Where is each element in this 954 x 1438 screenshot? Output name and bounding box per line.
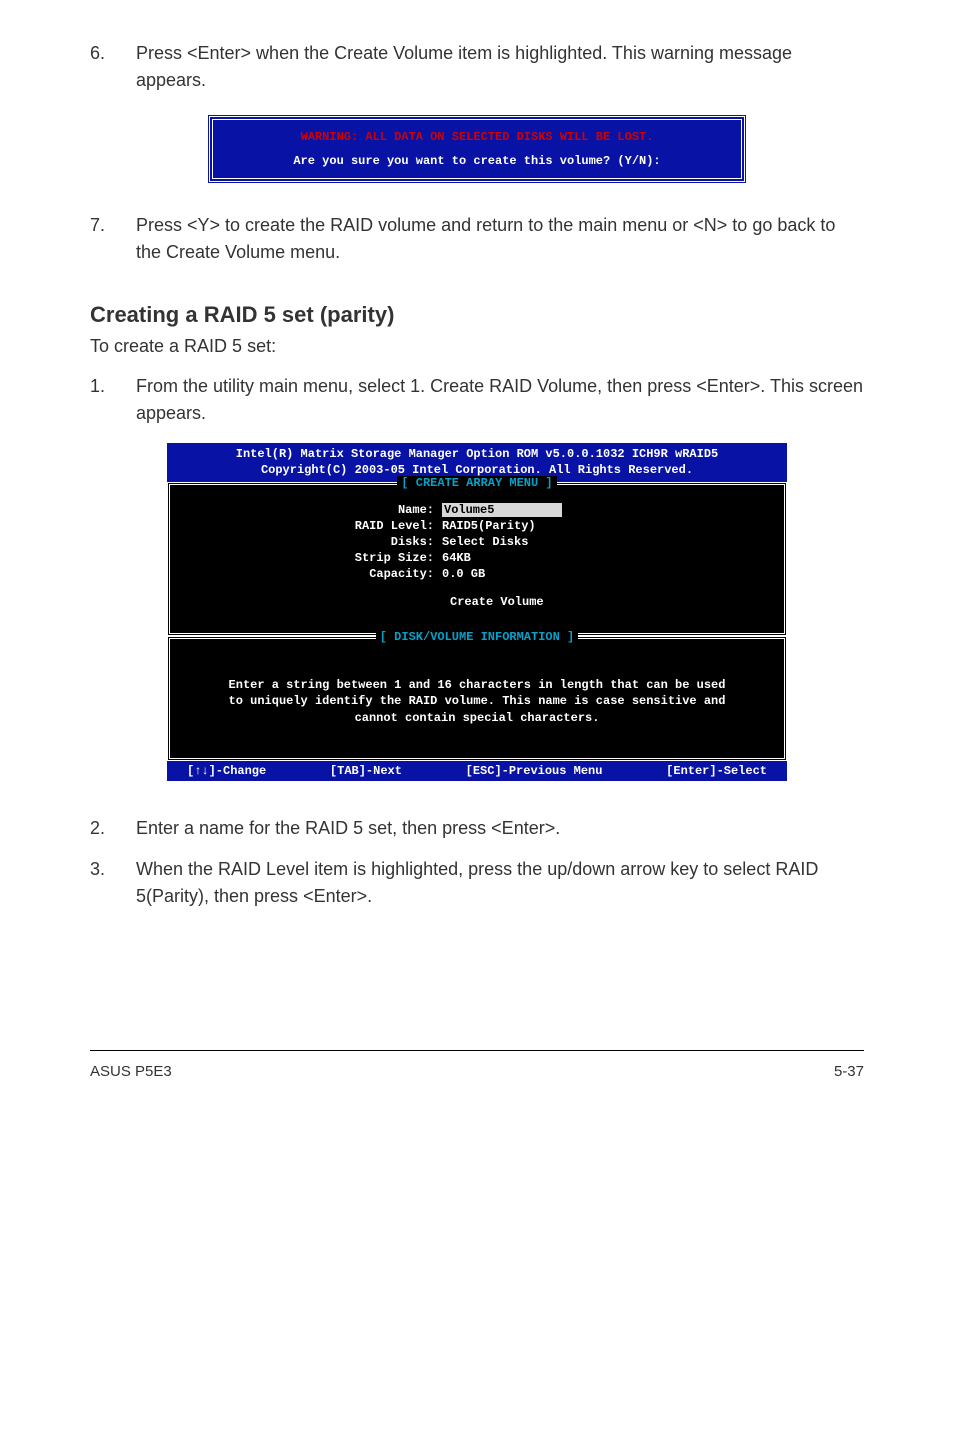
step-7: 7. Press <Y> to create the RAID volume a… [90, 212, 864, 266]
disks-value[interactable]: Select Disks [442, 535, 528, 549]
step-number: 6. [90, 40, 136, 94]
info-line2: to uniquely identify the RAID volume. Th… [229, 694, 726, 708]
footer-esc: [ESC]-Previous Menu [466, 764, 603, 778]
bios-screen: Intel(R) Matrix Storage Manager Option R… [167, 443, 787, 781]
bios-header-line1: Intel(R) Matrix Storage Manager Option R… [171, 447, 783, 463]
name-input[interactable]: Volume5 [442, 503, 562, 517]
section-heading: Creating a RAID 5 set (parity) [90, 302, 864, 328]
info-message: Enter a string between 1 and 16 characte… [182, 649, 772, 744]
section-intro: To create a RAID 5 set: [90, 336, 864, 357]
info-line3: cannot contain special characters. [355, 711, 600, 725]
page-footer: ASUS P5E3 5-37 [90, 1050, 864, 1080]
step-3: 3. When the RAID Level item is highlight… [90, 856, 864, 910]
footer-left: ASUS P5E3 [90, 1063, 172, 1080]
capacity-value[interactable]: 0.0 GB [442, 567, 485, 581]
field-name: Name: Volume5 [182, 503, 772, 517]
step-6: 6. Press <Enter> when the Create Volume … [90, 40, 864, 94]
step-text: Press <Y> to create the RAID volume and … [136, 212, 864, 266]
disk-volume-info-box: [ DISK/VOLUME INFORMATION ] Enter a stri… [167, 636, 787, 761]
footer-change: [↑↓]-Change [187, 764, 266, 778]
step-2: 2. Enter a name for the RAID 5 set, then… [90, 815, 864, 842]
box-title: [ CREATE ARRAY MENU ] [397, 476, 556, 490]
field-strip-size: Strip Size: 64KB [182, 551, 772, 565]
step-1: 1. From the utility main menu, select 1.… [90, 373, 864, 427]
footer-enter: [Enter]-Select [666, 764, 767, 778]
create-array-menu-box: [ CREATE ARRAY MENU ] Name: Volume5 RAID… [167, 482, 787, 636]
warning-dialog: WARNING: ALL DATA ON SELECTED DISKS WILL… [207, 114, 747, 184]
step-text: When the RAID Level item is highlighted,… [136, 856, 864, 910]
step-text: Enter a name for the RAID 5 set, then pr… [136, 815, 864, 842]
raid-level-value[interactable]: RAID5(Parity) [442, 519, 536, 533]
field-label: Name: [182, 503, 442, 517]
field-label: Strip Size: [182, 551, 442, 565]
field-label: RAID Level: [182, 519, 442, 533]
footer-right: 5-37 [834, 1063, 864, 1080]
step-text: Press <Enter> when the Create Volume ite… [136, 40, 864, 94]
warning-text: WARNING: ALL DATA ON SELECTED DISKS WILL… [231, 130, 723, 144]
confirm-prompt: Are you sure you want to create this vol… [231, 154, 723, 168]
field-label: Capacity: [182, 567, 442, 581]
step-number: 3. [90, 856, 136, 910]
footer-tab: [TAB]-Next [330, 764, 402, 778]
box-title: [ DISK/VOLUME INFORMATION ] [376, 630, 578, 644]
bios-footer: [↑↓]-Change [TAB]-Next [ESC]-Previous Me… [167, 761, 787, 781]
field-raid-level: RAID Level: RAID5(Parity) [182, 519, 772, 533]
field-label: Disks: [182, 535, 442, 549]
step-text: From the utility main menu, select 1. Cr… [136, 373, 864, 427]
strip-size-value[interactable]: 64KB [442, 551, 471, 565]
field-capacity: Capacity: 0.0 GB [182, 567, 772, 581]
step-number: 2. [90, 815, 136, 842]
step-number: 7. [90, 212, 136, 266]
field-disks: Disks: Select Disks [182, 535, 772, 549]
step-number: 1. [90, 373, 136, 427]
create-volume-action[interactable]: Create Volume [182, 595, 772, 609]
info-line1: Enter a string between 1 and 16 characte… [229, 678, 726, 692]
